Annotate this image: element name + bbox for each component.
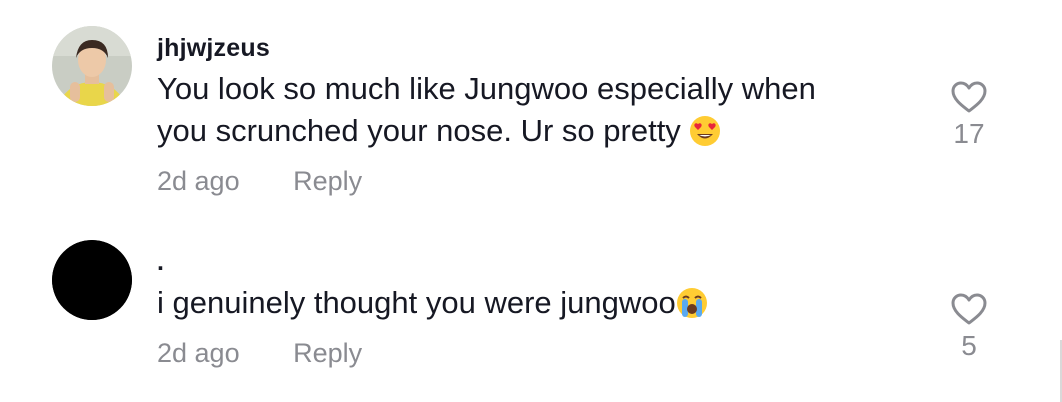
comment-item: . i genuinely thought you were jungwoo 2… [0,210,1062,402]
user-photo-icon [52,26,132,106]
comment-item: jhjwjzeus You look so much like Jungwoo … [0,0,1062,210]
comment-text-line-2: you scrunched your nose. Ur so pretty [157,110,721,158]
comment-text-line-1: i genuinely thought you were jungwoo [157,282,708,330]
like-count: 17 [953,118,985,149]
comment-text: i genuinely thought you were jungwoo [157,285,676,320]
heart-eyes-emoji-icon [689,115,721,158]
comment-username[interactable]: . [157,248,164,277]
comment-text: you scrunched your nose. Ur so pretty [157,113,681,148]
comment-text-line-1: You look so much like Jungwoo especially… [157,71,816,106]
like-button[interactable]: 17 [944,80,994,150]
avatar[interactable] [52,26,132,106]
like-button[interactable]: 5 [944,292,994,362]
heart-outline-icon [951,293,987,325]
blank-avatar-icon [52,240,132,320]
like-count: 5 [961,330,977,361]
comment-meta: 2d ago Reply [157,338,362,369]
comment-timestamp: 2d ago [157,338,240,368]
avatar[interactable] [52,240,132,320]
comment-meta: 2d ago Reply [157,166,362,197]
comment-username[interactable]: jhjwjzeus [157,34,270,63]
heart-outline-icon [951,81,987,113]
reply-button[interactable]: Reply [293,338,362,369]
comment-timestamp: 2d ago [157,166,240,196]
loudly-crying-face-emoji-icon [676,287,708,330]
reply-button[interactable]: Reply [293,166,362,197]
